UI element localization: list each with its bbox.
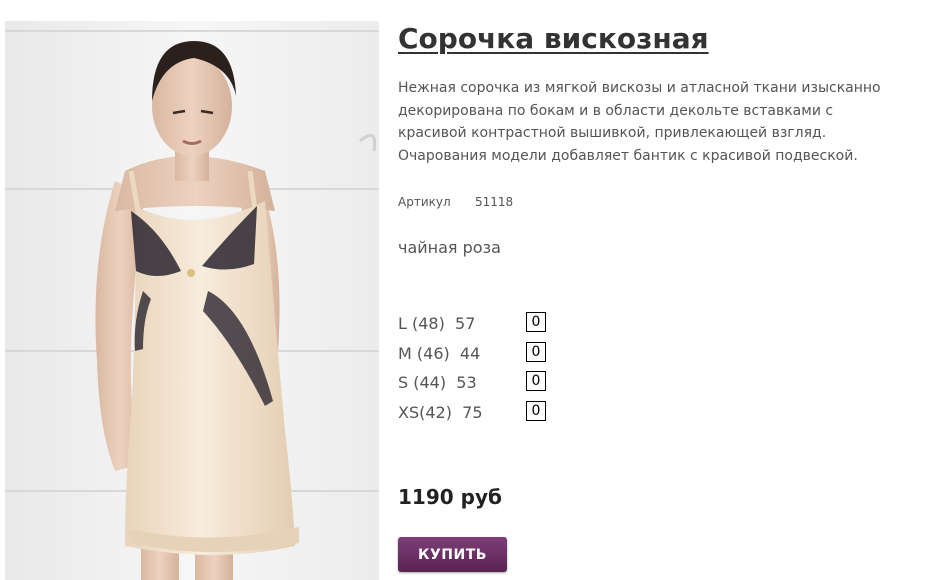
- product-description: Нежная сорочка из мягкой вискозы и атлас…: [398, 80, 881, 164]
- size-label: S (44) 53: [398, 373, 477, 392]
- quantity-input[interactable]: [526, 312, 546, 332]
- article-value: 51118: [475, 195, 514, 209]
- size-row: XS(42) 75: [398, 400, 558, 431]
- quantity-input[interactable]: [526, 400, 546, 421]
- quantity-input[interactable]: [526, 341, 546, 362]
- article-row: Артикул 51118: [398, 195, 513, 209]
- product-info: Сорочка вискозная Нежная сорочка из мягк…: [398, 0, 918, 580]
- size-row: M (46) 44: [398, 341, 558, 372]
- size-row: L (48) 57: [398, 312, 558, 342]
- color-name: чайная роза: [398, 238, 501, 257]
- size-row: S (44) 53: [398, 371, 558, 401]
- article-label: Артикул: [398, 195, 451, 209]
- product-title[interactable]: Сорочка вискозная: [398, 22, 709, 55]
- buy-button[interactable]: КУПИТЬ: [398, 537, 507, 572]
- size-list: L (48) 57 M (46) 44 S (44) 53 XS(42) 75: [398, 312, 558, 430]
- quantity-input[interactable]: [526, 371, 546, 391]
- product-photo: [5, 21, 379, 580]
- size-label: L (48) 57: [398, 314, 476, 333]
- size-label: XS(42) 75: [398, 402, 483, 422]
- size-label: M (46) 44: [398, 343, 481, 363]
- price: 1190 руб: [398, 485, 502, 509]
